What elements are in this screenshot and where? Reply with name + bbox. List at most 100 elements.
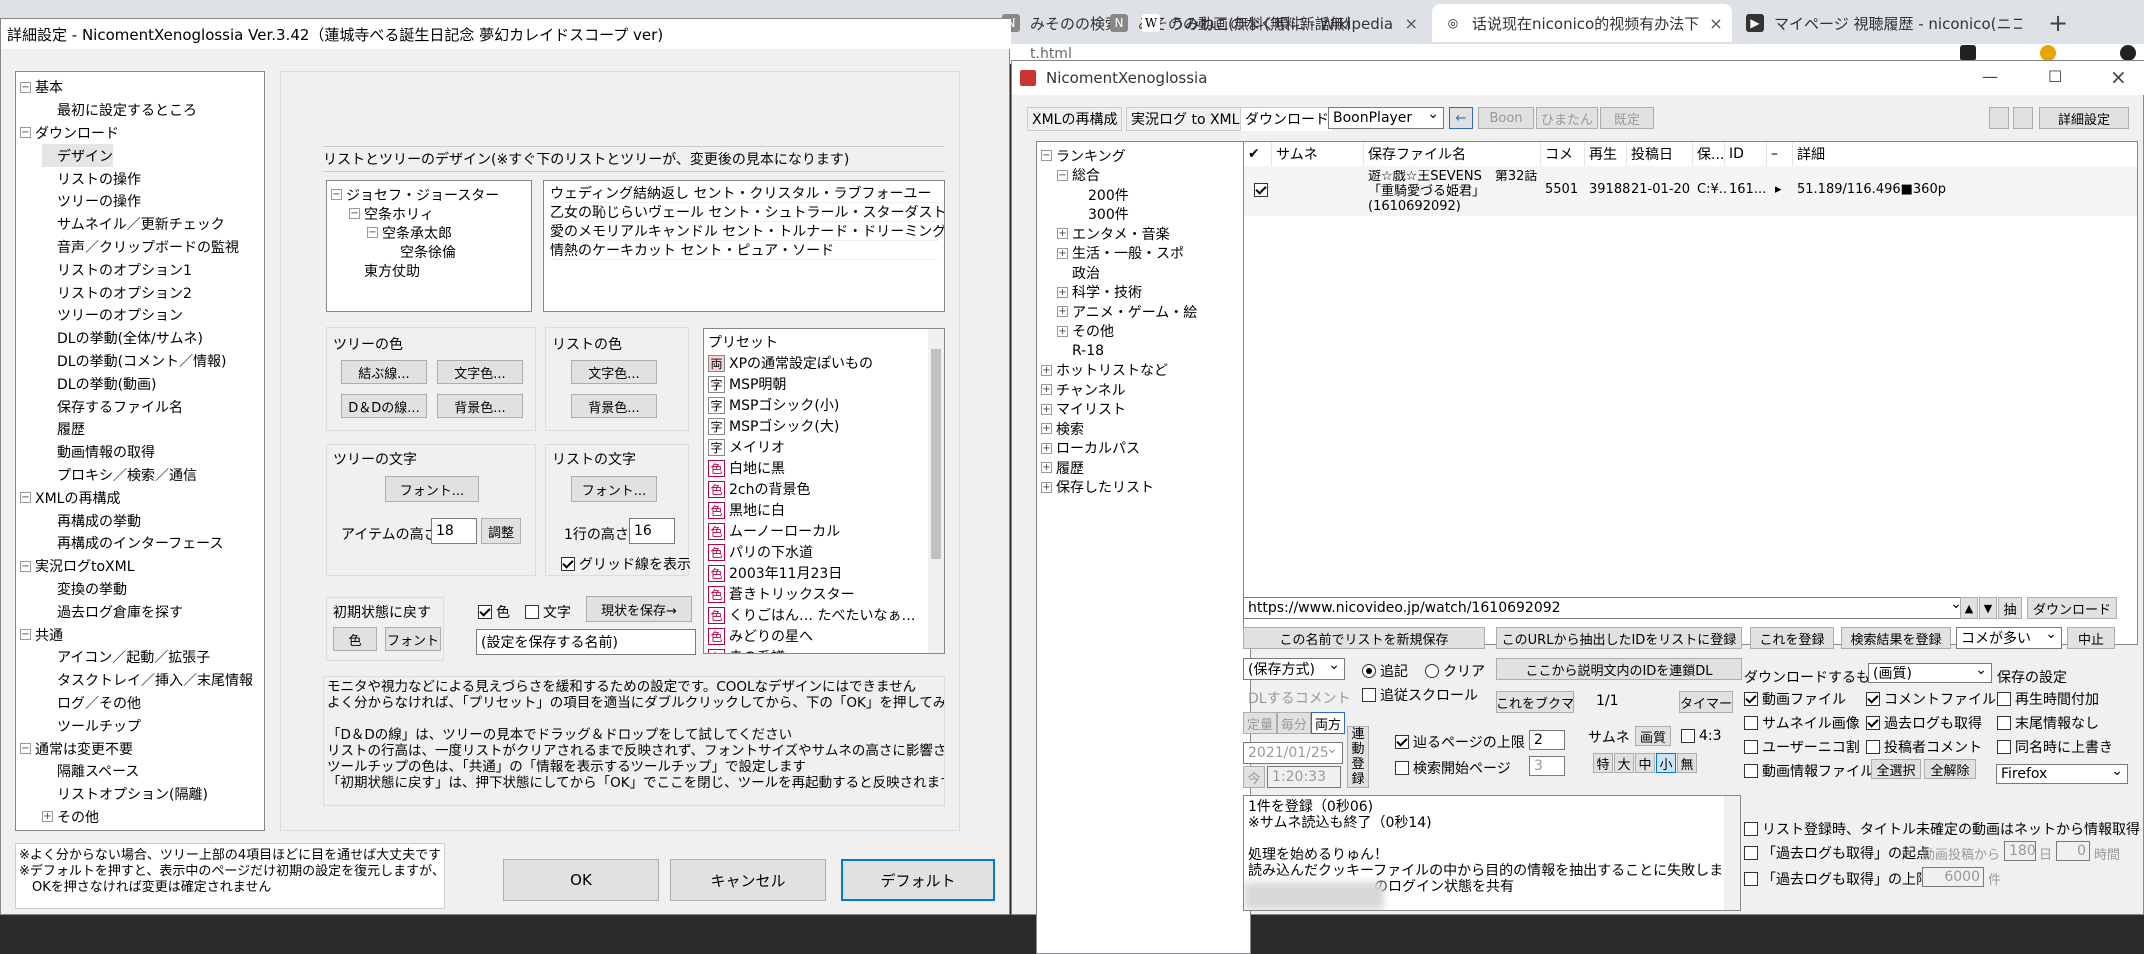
collapse-icon[interactable]: − [20, 560, 31, 572]
player-select[interactable]: BoonPlayer [1328, 107, 1444, 129]
up-button[interactable]: ▲ [1960, 597, 1978, 619]
collapse-icon[interactable]: − [20, 127, 31, 139]
save-text-checkbox[interactable]: 文字 [525, 602, 571, 622]
settings-tree[interactable]: − 基本 最初に設定するところ − ダウンロード デザイン リストの操作 ツリーの操作 サムネイ… [15, 71, 265, 831]
thumb-size-button[interactable]: 特 [1593, 753, 1613, 773]
dd-line-color-button[interactable]: D＆Dの線... [341, 394, 427, 418]
poster-comment-checkbox[interactable]: 投稿者コメント [1866, 737, 1982, 757]
expand-icon[interactable]: + [1041, 462, 1052, 474]
preset-item[interactable]: 字 MSPゴシック(大) [708, 416, 839, 436]
collapse-icon[interactable]: − [349, 208, 360, 219]
preset-item[interactable]: 両 XPの通常設定ぽいもの [708, 353, 873, 373]
preset-item[interactable]: 色ムーノーローカル [708, 521, 840, 541]
profile-icon[interactable] [2120, 45, 2136, 61]
tree-item[interactable]: サムネイル／更新チェック [42, 213, 225, 236]
video-file-checkbox[interactable]: 動画ファイル [1744, 689, 1846, 709]
extension-icon[interactable] [1960, 45, 1976, 61]
thumbnail-checkbox[interactable]: サムネイル画像 [1744, 713, 1860, 733]
date-picker[interactable]: 2021/01/25 [1243, 742, 1343, 764]
tab-download[interactable]: ダウンロード [1240, 107, 1334, 131]
small-tool-button[interactable] [1989, 107, 2009, 129]
tree-item[interactable]: − 空条承太郎 [367, 223, 452, 242]
collapse-icon[interactable]: − [20, 743, 31, 755]
tree-item[interactable]: 履歴 [42, 418, 85, 441]
preset-item[interactable]: 字メイリオ [708, 437, 785, 457]
save-current-button[interactable]: 現状を保存→ [586, 596, 692, 622]
tree-item[interactable]: − 通常は変更不要 [20, 737, 133, 760]
close-button[interactable]: × [2110, 65, 2127, 89]
collapse-icon[interactable]: − [20, 81, 31, 93]
hours-input[interactable]: 0 [2056, 841, 2090, 861]
save-color-checkbox[interactable]: 色 [478, 602, 510, 622]
tree-item[interactable]: 最初に設定するところ [42, 99, 197, 122]
append-radio[interactable]: 追記 [1362, 661, 1408, 681]
tree-item[interactable]: + チャンネル [1041, 380, 1126, 400]
preset-item[interactable]: 色蒼きトリックスター [708, 584, 855, 604]
tree-item[interactable]: + マイリスト [1041, 400, 1126, 420]
register-ids-button[interactable]: このURLから抽出したIDをリストに登録 [1496, 627, 1742, 649]
expand-icon[interactable]: + [1057, 228, 1068, 240]
line-color-button[interactable]: 結ぶ線... [341, 360, 427, 384]
tree-item[interactable]: + ホットリストなど [1041, 361, 1168, 381]
preset-item[interactable]: 色パリの下水道 [708, 542, 813, 562]
sample-list-item[interactable]: 情熱のケーキカット セント・ピュア・ソード [550, 240, 938, 260]
tree-item[interactable]: R-18 [1057, 341, 1104, 361]
tree-item[interactable]: − 総合 [1057, 166, 1100, 186]
tree-item[interactable]: 再構成の挙動 [42, 509, 141, 532]
tab-close-icon[interactable]: × [1699, 14, 1722, 33]
save-list-button[interactable]: この名前でリストを新規保存 [1243, 627, 1485, 649]
back-arrow-button[interactable]: ← [1449, 107, 1473, 129]
log-scrollbar[interactable] [1724, 796, 1740, 910]
collapse-icon[interactable]: − [1041, 150, 1052, 162]
deselect-all-button[interactable]: 全解除 [1924, 759, 1976, 779]
tree-item[interactable]: − ランキング [1041, 146, 1126, 166]
tree-item[interactable]: ツリーの操作 [42, 190, 141, 213]
tree-item[interactable]: − 共通 [20, 623, 63, 646]
limit-input[interactable]: 6000 [1922, 867, 1984, 887]
preset-scrollbar[interactable] [928, 329, 944, 653]
no-tail-checkbox[interactable]: 末尾情報なし [1997, 713, 2099, 733]
browser-tab-wikipedia[interactable]: W うみねこのなく頃に - Wikipedia × [1130, 4, 1430, 42]
tree-item[interactable]: − 空条ホリィ [349, 204, 434, 223]
tree-item[interactable]: 空条徐倫 [385, 242, 456, 261]
tree-item[interactable]: リストの操作 [42, 167, 141, 190]
grid-lines-checkbox[interactable]: グリッド線を表示 [561, 554, 691, 574]
column-header-check[interactable]: ✔ [1244, 142, 1272, 166]
tree-item[interactable]: アイコン／起動／拡張子 [42, 646, 210, 669]
search-start-input[interactable]: 3 [1529, 756, 1565, 776]
down-button[interactable]: ▼ [1979, 597, 1997, 619]
tree-item[interactable]: + エンタメ・音楽 [1057, 224, 1170, 244]
tree-item[interactable]: + ローカルパス [1041, 439, 1140, 459]
tree-item[interactable]: + その他 [1057, 322, 1114, 342]
tree-item[interactable]: − ジョセフ・ジョースター [331, 185, 499, 204]
ok-button[interactable]: OK [503, 859, 659, 901]
register-search-button[interactable]: 検索結果を登録 [1841, 627, 1951, 649]
column-header-detail[interactable]: 詳細 [1793, 142, 2137, 166]
tree-item[interactable]: デザイン [42, 144, 113, 168]
tree-item[interactable]: ツリーのオプション [42, 304, 183, 327]
now-button[interactable]: 今 [1243, 766, 1265, 788]
reset-font-button[interactable]: フォント [385, 627, 441, 651]
adjust-button[interactable]: 調整 [481, 518, 521, 544]
fixed-button[interactable]: 定量 [1243, 712, 1277, 734]
per-minute-button[interactable]: 毎分 [1277, 712, 1311, 734]
browser-tab-niconico[interactable]: ▶マイページ 視聴履歴 - niconico(ニコ× [1734, 4, 2022, 42]
tree-item[interactable]: DLの挙動(動画) [42, 372, 157, 395]
expand-icon[interactable]: + [1041, 364, 1052, 376]
sort-select[interactable]: コメが多い [1956, 627, 2062, 649]
register-button[interactable]: これを登録 [1750, 627, 1834, 649]
tab-close-icon[interactable]: × [1395, 14, 1418, 33]
tree-item[interactable]: 200件 [1073, 185, 1129, 205]
browser-select[interactable]: Firefox [1996, 764, 2128, 784]
extension-icon[interactable] [2040, 45, 2056, 61]
expand-icon[interactable]: + [1041, 403, 1052, 415]
search-start-checkbox[interactable]: 検索開始ページ [1395, 758, 1511, 778]
days-input[interactable]: 180 [2004, 841, 2036, 861]
preset-item[interactable]: 字 MSPゴシック(小) [708, 395, 839, 415]
preset-item[interactable]: 色 2chの背景色 [708, 479, 810, 499]
sample-list-item[interactable]: ウェディング結納返し セント・クリスタル・ラブフォーユー [550, 183, 938, 203]
minimize-button[interactable]: — [1982, 67, 1998, 86]
thumb-size-button[interactable]: 大 [1614, 753, 1634, 773]
both-button[interactable]: 両方 [1311, 712, 1345, 734]
browser-tab-active[interactable]: ◎ 话说现在niconico的视频有办法下 × [1432, 4, 1732, 42]
